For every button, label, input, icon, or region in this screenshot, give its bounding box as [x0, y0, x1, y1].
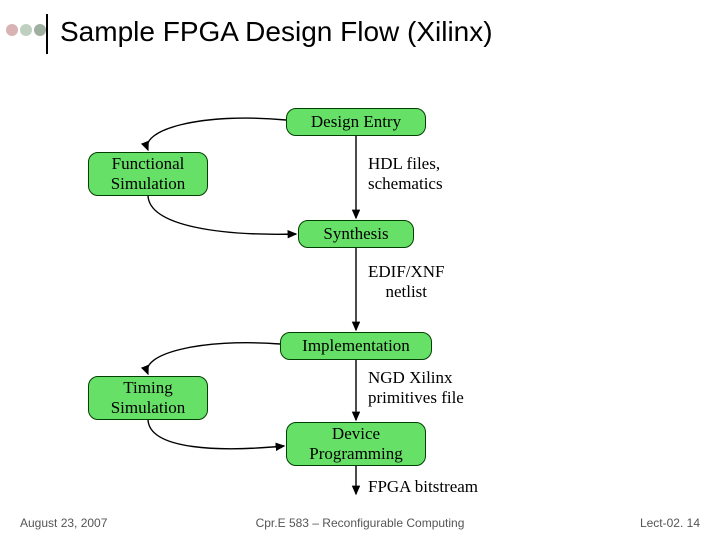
title-divider-icon: [46, 14, 48, 54]
label-ngd-file: NGD Xilinx primitives file: [368, 368, 464, 407]
label-fpga-bitstream: FPGA bitstream: [368, 477, 478, 497]
title-bar: Sample FPGA Design Flow (Xilinx): [0, 14, 720, 54]
footer-page: Lect-02. 14: [640, 516, 700, 530]
footer-course: Cpr.E 583 – Reconfigurable Computing: [0, 516, 720, 530]
label-edif-netlist: EDIF/XNF netlist: [368, 262, 445, 301]
page-title: Sample FPGA Design Flow (Xilinx): [60, 16, 493, 48]
box-device-programming: Device Programming: [286, 422, 426, 466]
label-hdl-files: HDL files, schematics: [368, 154, 443, 193]
box-design-entry: Design Entry: [286, 108, 426, 136]
box-functional-simulation: Functional Simulation: [88, 152, 208, 196]
box-synthesis: Synthesis: [298, 220, 414, 248]
box-implementation: Implementation: [280, 332, 432, 360]
dot-2: [20, 24, 32, 36]
dot-1: [6, 24, 18, 36]
box-timing-simulation: Timing Simulation: [88, 376, 208, 420]
slide: Sample FPGA Design Flow (Xilinx) Design …: [0, 0, 720, 540]
title-dots: [6, 24, 46, 36]
dot-3: [34, 24, 46, 36]
